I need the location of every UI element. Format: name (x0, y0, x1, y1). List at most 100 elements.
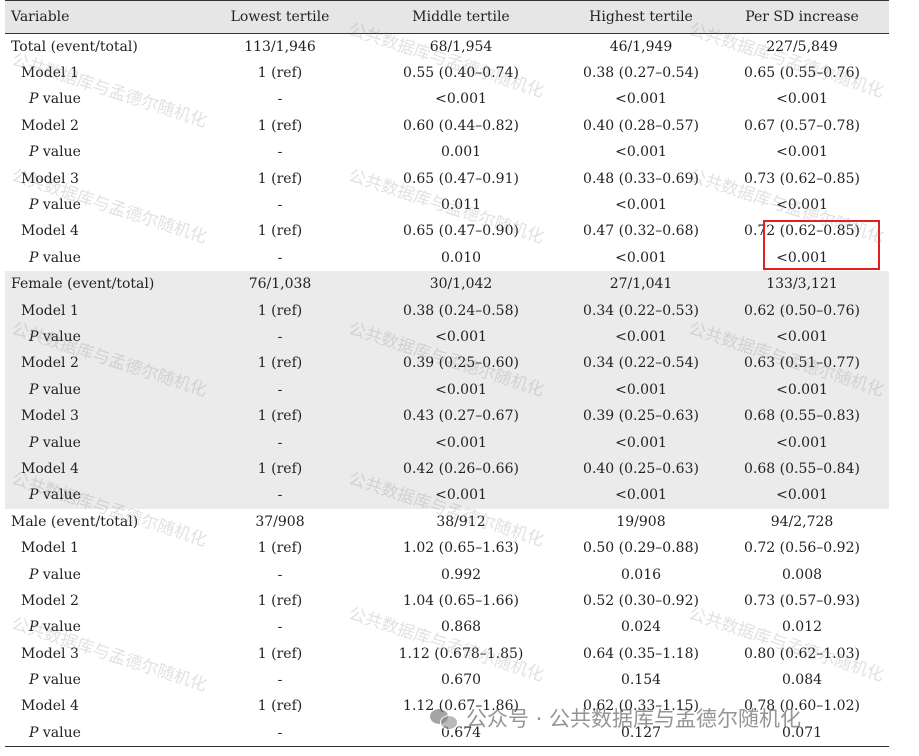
table-cell: 0.65 (0.55–0.76) (744, 65, 860, 82)
table-row: Male (event/total) 37/908 38/912 19/908 94/2… (5, 509, 889, 535)
table-cell: <0.001 (355, 429, 567, 456)
table-cell: 0.38 (0.27–0.54) (583, 65, 699, 82)
table-cell: <0.001 (715, 482, 889, 509)
row-label: P value (5, 429, 205, 456)
table-cell: 19/908 (616, 513, 666, 530)
table-cell: - (277, 566, 283, 583)
table-cell: 0.670 (440, 672, 482, 689)
table-cell: 27/1,041 (567, 271, 715, 298)
p-symbol: P (29, 619, 39, 636)
table-row: P value - 0.670 0.154 0.084 (5, 667, 889, 693)
table-cell: 76/1,038 (205, 271, 355, 298)
table-row: P value - <0.001 <0.001 <0.001 (5, 429, 889, 456)
p-symbol: P (29, 328, 39, 345)
header-highest-tertile: Highest tertile (567, 0, 715, 34)
table-row: Model 4 1 (ref) 0.65 (0.47–0.90) 0.47 (0.32… (5, 218, 889, 244)
table-cell: 46/1,949 (609, 38, 673, 55)
table-cell: <0.001 (615, 144, 667, 161)
table-cell: <0.001 (615, 249, 667, 266)
table-cell: 1.02 (0.65–1.63) (403, 540, 519, 557)
table-row: Model 21 (ref) 0.39 (0.25–0.60) 0.34 (0.22… (5, 350, 889, 377)
row-label: P value (5, 719, 205, 747)
table-cell: 0.011 (440, 197, 482, 214)
table-cell: 0.084 (781, 672, 823, 689)
row-label: P value (5, 667, 205, 693)
row-label: P value (5, 614, 205, 640)
row-label: P value (5, 323, 205, 351)
table-cell: 0.68 (0.55–0.83) (715, 402, 889, 430)
table-cell: - (205, 429, 355, 456)
table-row: P value - 0.011 <0.001 <0.001 (5, 192, 889, 218)
table-cell: 0.72 (0.62–0.85) (744, 223, 860, 240)
table-cell: <0.001 (615, 197, 667, 214)
table-cell: 0.72 (0.56–0.92) (744, 540, 860, 557)
table-cell: <0.001 (715, 376, 889, 403)
table-cell: <0.001 (776, 249, 828, 266)
table-cell: 0.50 (0.29–0.88) (583, 540, 699, 557)
table-cell: 0.65 (0.47–0.90) (403, 223, 519, 240)
p-symbol: P (29, 249, 39, 266)
table-cell: 1 (ref) (205, 350, 355, 377)
table-cell: 0.001 (440, 144, 482, 161)
table-row: Female (event/total) 76/1,038 30/1,042 27/1… (5, 271, 889, 298)
row-label: Model 3 (21, 645, 79, 662)
table-cell: 0.42 (0.26–0.66) (355, 455, 567, 483)
header-variable: Variable (5, 0, 205, 34)
table-cell: 1.04 (0.65–1.66) (403, 592, 519, 609)
table-cell: 1 (ref) (205, 455, 355, 483)
row-label: Model 1 (21, 540, 79, 557)
table-cell: 0.992 (440, 566, 482, 583)
table-row: Model 41 (ref) 0.42 (0.26–0.66) 0.40 (0.25… (5, 455, 889, 483)
table-body: Total (event/total) 113/1,946 68/1,954 46/1… (5, 34, 889, 747)
row-label: Total (event/total) (11, 38, 138, 55)
table-cell: 0.016 (620, 566, 662, 583)
row-label: P value (5, 139, 205, 165)
table-cell: <0.001 (355, 482, 567, 509)
p-label: value (38, 487, 81, 504)
header-per-sd-increase: Per SD increase (715, 0, 889, 34)
table-cell: <0.001 (355, 323, 567, 351)
table-cell: 0.73 (0.62–0.85) (744, 170, 860, 187)
table-row: Model 2 1 (ref) 0.60 (0.44–0.82) 0.40 (0.28… (5, 113, 889, 139)
table-cell: 0.62 (0.50–0.76) (715, 297, 889, 324)
row-label: Model 4 (21, 223, 79, 240)
table-cell: 0.012 (781, 619, 823, 636)
table-row: P value - <0.001 <0.001 <0.001 (5, 86, 889, 112)
table-cell: 30/1,042 (355, 271, 567, 298)
table-cell: <0.001 (567, 482, 715, 509)
table-cell: 133/3,121 (715, 271, 889, 298)
p-symbol: P (29, 487, 39, 504)
row-label: P value (5, 86, 205, 112)
table-cell: 0.52 (0.30–0.92) (583, 592, 699, 609)
table-cell: 0.68 (0.55–0.84) (715, 455, 889, 483)
table-cell: 38/912 (436, 513, 486, 530)
table-cell: 113/1,946 (244, 38, 316, 55)
table-cell: 1 (ref) (257, 698, 303, 715)
p-symbol: P (29, 566, 39, 583)
p-symbol: P (29, 144, 39, 161)
p-symbol: P (29, 197, 39, 214)
table-cell: 0.80 (0.62–1.03) (744, 645, 860, 662)
table-cell: 0.63 (0.51–0.77) (715, 350, 889, 377)
table-cell: 0.127 (567, 719, 715, 747)
table-cell: <0.001 (435, 91, 487, 108)
table-cell: 0.64 (0.35–1.18) (583, 645, 699, 662)
p-symbol: P (29, 91, 39, 108)
table-cell: 0.78 (0.60–1.02) (744, 698, 860, 715)
table-cell: 0.39 (0.25–0.63) (567, 402, 715, 430)
table-cell: 0.47 (0.32–0.68) (583, 223, 699, 240)
table-row: P value - 0.868 0.024 0.012 (5, 614, 889, 640)
table-cell: <0.001 (567, 429, 715, 456)
table-cell: <0.001 (715, 429, 889, 456)
table-cell: <0.001 (776, 91, 828, 108)
table-row: Model 31 (ref) 0.43 (0.27–0.67) 0.39 (0.25… (5, 402, 889, 430)
p-symbol: P (29, 724, 39, 741)
results-table: Variable Lowest tertile Middle tertile H… (5, 0, 889, 747)
table-cell: 0.868 (440, 619, 482, 636)
table-cell: 68/1,954 (429, 38, 493, 55)
table-cell: 94/2,728 (770, 513, 834, 530)
table-row: Model 2 1 (ref) 1.04 (0.65–1.66) 0.52 (0.30… (5, 588, 889, 614)
table-cell: 0.071 (715, 719, 889, 747)
table-cell: 1 (ref) (257, 170, 303, 187)
header-middle-tertile: Middle tertile (355, 0, 567, 34)
